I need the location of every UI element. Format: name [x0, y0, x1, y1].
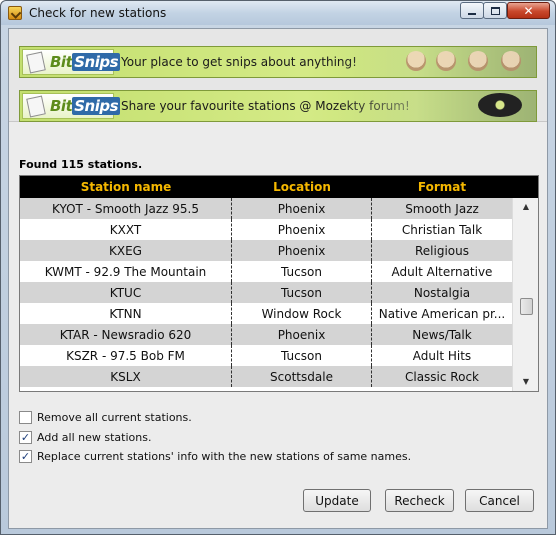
found-count-label: Found 115 stations. [19, 158, 143, 171]
cell-location: Tucson [232, 345, 372, 366]
table-row[interactable]: KTNN Window Rock Native American pr... [20, 303, 513, 324]
minimize-icon [468, 12, 476, 15]
checkbox-label: Remove all current stations. [37, 410, 192, 424]
cell-location: Window Rock [232, 303, 372, 324]
cell-station-name: KXXT [20, 219, 232, 240]
cell-location: Phoenix [232, 324, 372, 345]
dialog-client-area: Bit Snips Your place to get snips about a… [8, 28, 548, 529]
checkbox-label: Add all new stations. [37, 430, 152, 444]
close-icon: ✕ [523, 3, 534, 18]
banner-photo-strip [336, 47, 536, 77]
cell-location: Phoenix [232, 219, 372, 240]
logo-text-left: Bit [50, 97, 73, 115]
table-row[interactable]: KSLX Scottsdale Classic Rock [20, 366, 513, 387]
logo-text-right: Snips [72, 53, 121, 71]
scroll-down-arrow-icon[interactable]: ▼ [518, 375, 534, 389]
dialog-window: Check for new stations ✕ Bit Snips Your p… [0, 0, 556, 535]
logo-text: Bit Snips [50, 53, 121, 71]
cell-station-name: KXEG [20, 240, 232, 261]
cell-format: Religious [415, 243, 469, 258]
vinyl-record-icon [478, 93, 522, 117]
table-row[interactable]: KSZR - 97.5 Bob FM Tucson Adult Hits [20, 345, 513, 366]
cell-location: Tucson [232, 282, 372, 303]
cell-format: Smooth Jazz [405, 201, 479, 216]
cell-format: Adult Hits [412, 348, 472, 363]
table-row[interactable]: KYOT - Smooth Jazz 95.5 Phoenix Smooth J… [20, 198, 513, 219]
replace-info-checkbox[interactable]: ✓ [19, 449, 32, 463]
cell-format: News/Talk [412, 327, 472, 342]
cell-format: Native American pr... [378, 306, 506, 321]
window-title: Check for new stations [29, 6, 167, 20]
cell-station-name: KTUC [20, 282, 232, 303]
scroll-up-arrow-icon[interactable]: ▲ [518, 200, 534, 214]
minimize-button[interactable] [460, 2, 484, 19]
column-header-location[interactable]: Location [232, 176, 372, 198]
option-replace-station-info[interactable]: ✓ Replace current stations' info with th… [19, 448, 411, 464]
maximize-icon [490, 6, 500, 15]
banner-mozekty-forum[interactable]: Bit Snips Share your favourite stations @… [19, 90, 537, 122]
scrollbar-thumb[interactable] [520, 298, 533, 315]
cell-location: Phoenix [232, 198, 372, 219]
person-image [468, 51, 488, 71]
table-header: Station name Location Format [20, 176, 538, 198]
cell-location: Tucson [232, 261, 372, 282]
maximize-button[interactable] [483, 2, 507, 19]
stations-table[interactable]: Station name Location Format KYOT - Smoo… [19, 175, 539, 392]
cell-format: Adult Alternative [391, 264, 493, 279]
scroll-icon [26, 51, 46, 74]
table-row[interactable]: KXXT Phoenix Christian Talk [20, 219, 513, 240]
person-image [406, 51, 426, 71]
close-button[interactable]: ✕ [507, 2, 550, 19]
logo-text: Bit Snips [50, 97, 121, 115]
person-image [501, 51, 521, 71]
cell-station-name: KTNN [20, 303, 232, 324]
add-stations-checkbox[interactable]: ✓ [19, 430, 32, 444]
banner-bitsnips[interactable]: Bit Snips Your place to get snips about a… [19, 46, 537, 78]
cell-format: Christian Talk [401, 222, 483, 237]
bitsnips-logo: Bit Snips [22, 93, 121, 119]
cell-station-name: KSLX [20, 366, 232, 387]
cell-station-name: KYOT - Smooth Jazz 95.5 [20, 198, 232, 219]
cancel-button[interactable]: Cancel [465, 489, 534, 512]
table-row[interactable]: KTAR - Newsradio 620 Phoenix News/Talk [20, 324, 513, 345]
cell-location: Scottsdale [232, 366, 372, 387]
banner-turntable-image [336, 91, 536, 121]
banner-slogan: Your place to get snips about anything! [121, 55, 357, 69]
app-icon [8, 6, 22, 20]
table-row[interactable]: KTUC Tucson Nostalgia [20, 282, 513, 303]
option-add-new-stations[interactable]: ✓ Add all new stations. [19, 429, 151, 445]
cell-station-name: KSZR - 97.5 Bob FM [20, 345, 232, 366]
column-header-format[interactable]: Format [372, 176, 512, 198]
cell-format: Classic Rock [404, 369, 479, 384]
table-body: KYOT - Smooth Jazz 95.5 Phoenix Smooth J… [20, 198, 513, 387]
table-vertical-scrollbar[interactable]: ▲ ▼ [512, 198, 538, 391]
remove-stations-checkbox[interactable] [19, 410, 32, 424]
recheck-button[interactable]: Recheck [385, 489, 454, 512]
table-row[interactable]: KWMT - 92.9 The Mountain Tucson Adult Al… [20, 261, 513, 282]
cell-format: Nostalgia [413, 285, 471, 300]
cell-station-name: KWMT - 92.9 The Mountain [20, 261, 232, 282]
cell-location: Phoenix [232, 240, 372, 261]
cell-station-name: KTAR - Newsradio 620 [20, 324, 232, 345]
column-header-station-name[interactable]: Station name [20, 176, 232, 198]
person-image [436, 51, 456, 71]
checkbox-label: Replace current stations' info with the … [37, 449, 412, 463]
scroll-icon [26, 95, 46, 118]
bitsnips-logo: Bit Snips [22, 49, 121, 75]
logo-text-left: Bit [50, 53, 73, 71]
banner-area: Bit Snips Your place to get snips about a… [9, 29, 547, 122]
update-button[interactable]: Update [303, 489, 371, 512]
table-row[interactable]: KXEG Phoenix Religious [20, 240, 513, 261]
logo-text-right: Snips [72, 97, 121, 115]
title-bar[interactable]: Check for new stations ✕ [1, 1, 555, 25]
option-remove-current-stations[interactable]: Remove all current stations. [19, 409, 192, 425]
